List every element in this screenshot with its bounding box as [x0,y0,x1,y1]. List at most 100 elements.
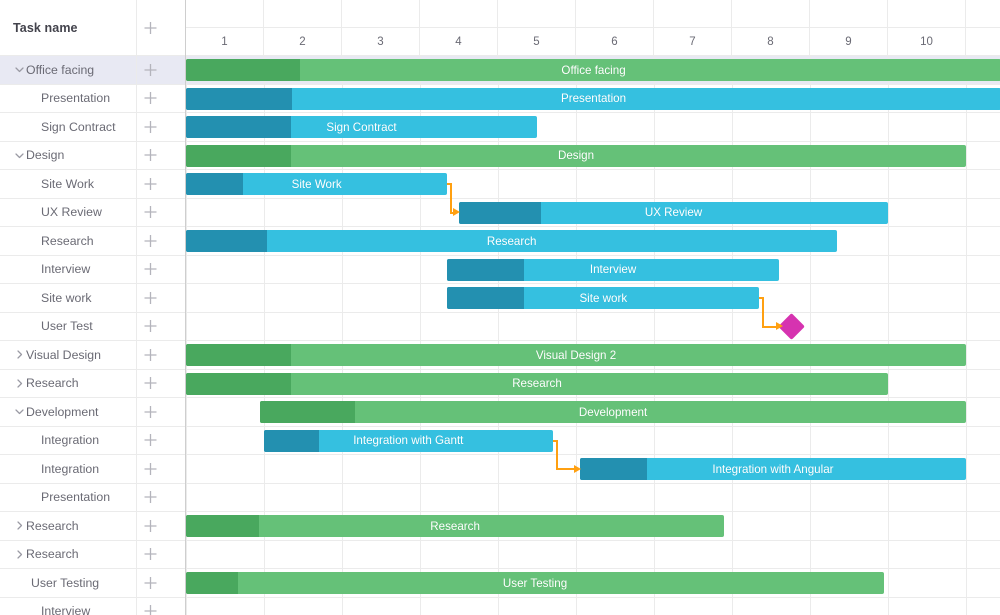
timeline-row[interactable] [186,598,1000,615]
task-grid-row[interactable]: Sign Contract [0,113,185,142]
task-grid-row[interactable]: Site work [0,284,185,313]
timeline-scale-top-cell [186,0,264,28]
bar-progress-fill [447,287,523,309]
timeline-scale-bottom-row: 12345678910 [186,28,1000,56]
chevron-right-icon[interactable] [12,547,26,561]
chevron-right-icon[interactable] [12,348,26,362]
bar-progress-fill [186,145,291,167]
task-name-label: Research [26,376,79,390]
task-grid-row[interactable]: Design [0,142,185,171]
project-bar[interactable]: Visual Design 2 [186,344,966,366]
chevron-right-icon[interactable] [12,376,26,390]
task-grid-row[interactable]: User Test [0,313,185,342]
timeline-row[interactable] [186,541,1000,570]
timeline-scale-top-cell [810,0,888,28]
chevron-down-icon[interactable] [12,405,26,419]
add-subtask-icon[interactable] [143,205,158,220]
timeline-scale-top-cell [420,0,498,28]
task-name-label: Integration [41,462,99,476]
task-grid-row[interactable]: Presentation [0,85,185,114]
task-grid-row[interactable]: User Testing [0,569,185,598]
project-bar[interactable]: User Testing [186,572,884,594]
project-bar[interactable]: Office facing [186,59,1000,81]
task-grid-row[interactable]: Visual Design [0,341,185,370]
task-grid-row[interactable]: Site Work [0,170,185,199]
timeline-row[interactable] [186,313,1000,342]
chevron-down-icon[interactable] [12,148,26,162]
task-bar[interactable]: Interview [447,259,779,281]
task-bar[interactable]: Integration with Gantt [264,430,553,452]
task-grid-row[interactable]: Office facing [0,56,185,85]
task-bar[interactable]: Sign Contract [186,116,537,138]
add-subtask-icon[interactable] [143,62,158,77]
project-bar[interactable]: Research [186,515,724,537]
task-bar[interactable]: Integration with Angular [580,458,966,480]
bar-progress-fill [186,116,291,138]
add-subtask-icon[interactable] [143,518,158,533]
add-subtask-icon[interactable] [143,262,158,277]
add-subtask-icon[interactable] [143,176,158,191]
task-bar[interactable]: Presentation [186,88,1000,110]
add-subtask-icon[interactable] [143,433,158,448]
timeline-scale-top-cell [888,0,966,28]
task-bar[interactable]: Research [186,230,837,252]
bar-label: Research [424,520,486,533]
bar-label: Site Work [286,178,348,191]
add-subtask-icon[interactable] [143,290,158,305]
gantt-chart: Task name Office facingPresentationSign … [0,0,1000,615]
timeline-column-divider [732,56,733,615]
add-subtask-icon[interactable] [143,604,158,615]
timeline-scale-cell: 3 [342,28,420,56]
add-subtask-icon[interactable] [143,575,158,590]
task-grid-row[interactable]: Research [0,541,185,570]
add-task-icon[interactable] [143,20,158,35]
task-grid-row[interactable]: Integration [0,455,185,484]
task-bar[interactable]: Site Work [186,173,447,195]
task-grid-row[interactable]: Presentation [0,484,185,513]
project-bar[interactable]: Research [186,373,888,395]
add-subtask-icon[interactable] [143,91,158,106]
add-subtask-icon[interactable] [143,461,158,476]
add-subtask-icon[interactable] [143,376,158,391]
add-subtask-icon[interactable] [143,319,158,334]
add-subtask-icon[interactable] [143,347,158,362]
bar-progress-fill [264,430,319,452]
add-subtask-icon[interactable] [143,404,158,419]
task-name-label: Integration [41,433,99,447]
task-name-label: Sign Contract [41,120,116,134]
timeline-scale-cell: 10 [888,28,966,56]
bar-label: Integration with Angular [706,463,839,476]
timeline-scale-header: 12345678910 [186,0,1000,56]
task-grid-row[interactable]: Integration [0,427,185,456]
timeline-scale-cell: 7 [654,28,732,56]
project-bar[interactable]: Development [260,401,966,423]
chevron-down-icon[interactable] [12,63,26,77]
task-grid-row[interactable]: Research [0,370,185,399]
add-subtask-icon[interactable] [143,233,158,248]
add-subtask-icon[interactable] [143,490,158,505]
task-bar[interactable]: Site work [447,287,759,309]
task-grid-row[interactable]: Interview [0,256,185,285]
task-grid-row[interactable]: UX Review [0,199,185,228]
task-grid-row[interactable]: Research [0,227,185,256]
bar-progress-fill [186,88,292,110]
bar-progress-fill [447,259,523,281]
task-name-header-cell[interactable]: Task name [0,0,186,56]
add-subtask-icon[interactable] [143,148,158,163]
task-bar[interactable]: UX Review [459,202,888,224]
task-grid-row[interactable]: Development [0,398,185,427]
timeline-scale-top-cell [654,0,732,28]
dependency-link-segment [450,184,452,213]
task-name-label: Presentation [41,91,110,105]
task-name-label: Design [26,148,64,162]
task-grid-rows: Office facing Presentation Sign Contract De… [0,56,185,615]
add-subtask-icon[interactable] [143,119,158,134]
task-grid-row[interactable]: Research [0,512,185,541]
add-subtask-icon[interactable] [143,547,158,562]
project-bar[interactable]: Design [186,145,966,167]
task-grid-row[interactable]: Interview [0,598,185,615]
timeline-chart-body: Office facing Presentation Sign Contract De… [186,56,1000,615]
chevron-right-icon[interactable] [12,519,26,533]
dependency-arrow-icon [574,465,581,473]
timeline-row[interactable] [186,484,1000,513]
